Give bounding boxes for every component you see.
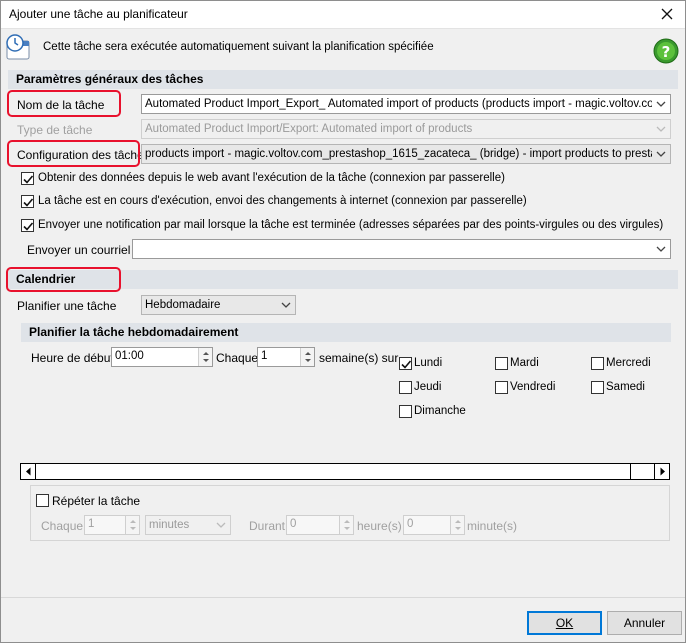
start-time-label: Heure de début xyxy=(31,351,114,365)
start-time-spinner[interactable]: 01:00 xyxy=(111,347,213,367)
window-title: Ajouter une tâche au planificateur xyxy=(9,7,188,21)
sunday-checkbox[interactable] xyxy=(399,405,412,418)
scroll-right-icon[interactable] xyxy=(654,464,669,479)
spinner-arrows-icon xyxy=(450,516,464,534)
tuesday-label: Mardi xyxy=(510,357,539,369)
highlight-calendar xyxy=(6,267,121,292)
plan-label: Planifier une tâche xyxy=(17,299,117,313)
task-type-combo: Automated Product Import/Export: Automat… xyxy=(141,119,671,139)
start-time-value: 01:00 xyxy=(115,350,144,362)
chevron-down-icon[interactable] xyxy=(652,240,670,258)
notify-checkbox[interactable] xyxy=(21,219,34,232)
task-name-combo[interactable]: Automated Product Import_Export_ Automat… xyxy=(141,94,671,114)
hours-value: 0 xyxy=(290,518,297,530)
check-icon xyxy=(401,360,412,369)
task-config-combo[interactable]: products import - magic.voltov.com_prest… xyxy=(141,144,671,164)
help-icon[interactable]: ? xyxy=(652,37,680,65)
spinner-arrows-icon xyxy=(125,516,139,534)
friday-checkbox[interactable] xyxy=(495,381,508,394)
ok-button-label: OK xyxy=(555,616,574,630)
send-mail-label: Envoyer un courriel à xyxy=(27,243,141,257)
notify-label: Envoyer une notification par mail lorsqu… xyxy=(38,219,664,231)
title-bar: Ajouter une tâche au planificateur xyxy=(1,1,685,29)
task-type-label: Type de tâche xyxy=(17,123,93,137)
general-section-header: Paramètres généraux des tâches xyxy=(8,70,678,89)
send-changes-label: La tâche est en cours d'exécution, envoi… xyxy=(38,195,527,207)
scroll-left-icon[interactable] xyxy=(21,464,36,479)
repeat-checkbox[interactable] xyxy=(36,494,49,507)
weeks-value: 1 xyxy=(261,350,268,362)
task-config-value: products import - magic.voltov.com_prest… xyxy=(145,148,671,160)
repeat-label: Répéter la tâche xyxy=(52,494,141,508)
chevron-down-icon xyxy=(212,516,230,534)
chevron-down-icon[interactable] xyxy=(652,145,670,163)
highlight-task-config xyxy=(7,140,140,167)
duration-label: Durant xyxy=(249,519,286,533)
fetch-data-label: Obtenir des données depuis le web avant … xyxy=(38,172,505,184)
spinner-arrows-icon xyxy=(339,516,353,534)
sunday-label: Dimanche xyxy=(414,405,466,417)
hours-label: heure(s) xyxy=(357,519,402,533)
scroll-thumb[interactable] xyxy=(36,464,631,479)
monday-checkbox[interactable] xyxy=(399,357,412,370)
cancel-button[interactable]: Annuler xyxy=(607,611,682,635)
spinner-arrows-icon[interactable] xyxy=(300,348,314,366)
check-icon xyxy=(23,175,34,184)
wednesday-checkbox[interactable] xyxy=(591,357,604,370)
svg-text:?: ? xyxy=(662,43,671,61)
thursday-checkbox[interactable] xyxy=(399,381,412,394)
clock-icon xyxy=(5,33,37,61)
chevron-down-icon[interactable] xyxy=(652,95,670,113)
repeat-interval-spinner: 1 xyxy=(84,515,140,535)
minutes-spinner: 0 xyxy=(403,515,465,535)
wednesday-label: Mercredi xyxy=(606,357,651,369)
chevron-down-icon[interactable] xyxy=(277,296,295,314)
saturday-checkbox[interactable] xyxy=(591,381,604,394)
info-text: Cette tâche sera exécutée automatiquemen… xyxy=(43,41,434,53)
repeat-unit-combo: minutes xyxy=(145,515,231,535)
repeat-every-label: Chaque xyxy=(41,519,84,533)
dialog-window: Ajouter une tâche au planificateur Cette… xyxy=(0,0,686,643)
chevron-down-icon xyxy=(652,120,670,138)
hours-spinner: 0 xyxy=(286,515,354,535)
highlight-task-name xyxy=(7,90,121,117)
task-type-value: Automated Product Import/Export: Automat… xyxy=(145,123,473,135)
weeks-on-label: semaine(s) sur xyxy=(319,351,399,365)
saturday-label: Samedi xyxy=(606,381,645,393)
frequency-combo[interactable]: Hebdomadaire xyxy=(141,295,296,315)
send-changes-checkbox[interactable] xyxy=(21,195,34,208)
every-label: Chaque xyxy=(216,351,259,365)
footer-divider xyxy=(1,597,685,598)
cancel-button-label: Annuler xyxy=(623,616,666,630)
thursday-label: Jeudi xyxy=(414,381,442,393)
task-name-value: Automated Product Import_Export_ Automat… xyxy=(145,98,670,110)
minutes-label: minute(s) xyxy=(467,519,518,533)
close-icon[interactable] xyxy=(657,4,677,24)
fetch-data-checkbox[interactable] xyxy=(21,172,34,185)
monday-label: Lundi xyxy=(414,357,443,369)
ok-button[interactable]: OK xyxy=(527,611,602,635)
check-icon xyxy=(23,222,34,231)
weekly-section-header: Planifier la tâche hebdomadairement xyxy=(21,323,671,342)
tuesday-checkbox[interactable] xyxy=(495,357,508,370)
send-mail-combo[interactable] xyxy=(132,239,671,259)
frequency-value: Hebdomadaire xyxy=(145,299,221,311)
check-icon xyxy=(23,198,34,207)
weeks-spinner[interactable]: 1 xyxy=(257,347,315,367)
spinner-arrows-icon[interactable] xyxy=(198,348,212,366)
repeat-interval-value: 1 xyxy=(88,518,95,530)
friday-label: Vendredi xyxy=(510,381,556,393)
minutes-value: 0 xyxy=(407,518,414,530)
repeat-unit-value: minutes xyxy=(149,519,190,531)
horizontal-scrollbar[interactable] xyxy=(20,463,670,480)
